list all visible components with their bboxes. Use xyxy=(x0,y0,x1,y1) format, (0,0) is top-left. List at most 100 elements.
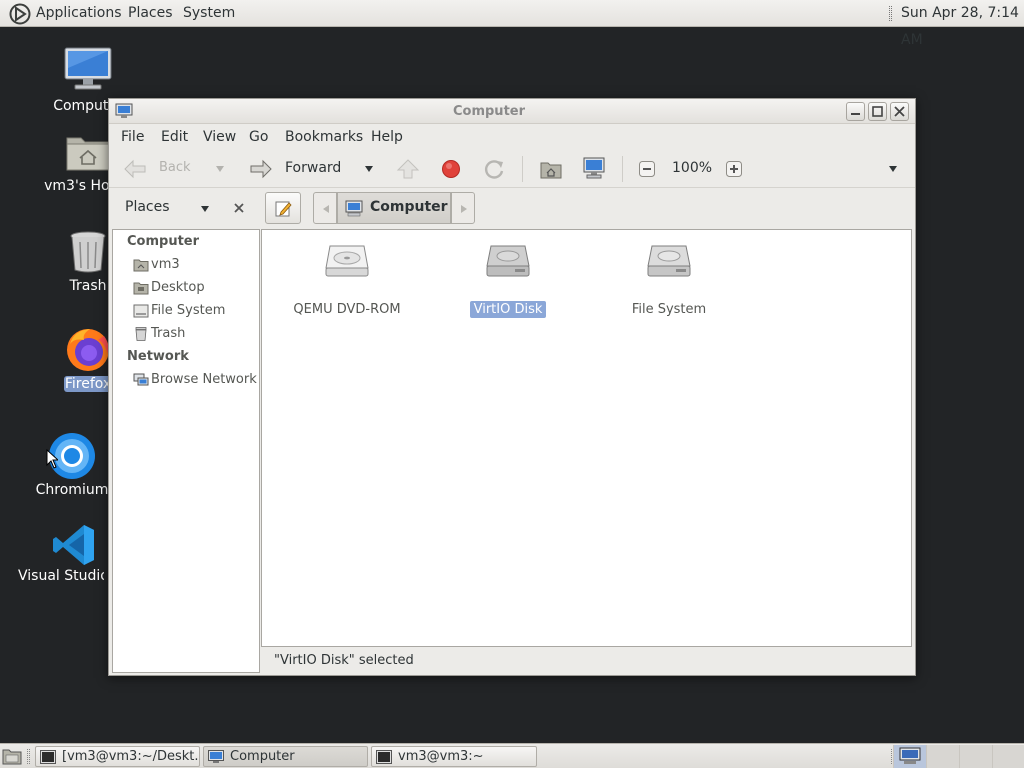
desktop-icon-label: Visual Studio Code xyxy=(18,568,104,584)
file-manager-window: Computer File Edit View Go Bookmarks Hel… xyxy=(108,98,916,676)
home-folder-icon xyxy=(66,137,110,171)
sidebar-pane-selector[interactable]: Places xyxy=(125,199,170,215)
close-icon xyxy=(894,106,905,117)
show-desktop-icon[interactable] xyxy=(2,747,22,765)
sidebar-item-label: Desktop xyxy=(151,280,205,295)
toolbar-overflow-icon[interactable] xyxy=(888,165,898,173)
toolbar-separator xyxy=(622,156,623,182)
file-label: QEMU DVD-ROM xyxy=(293,302,401,317)
chevron-down-icon xyxy=(216,166,224,172)
home-folder-icon[interactable] xyxy=(540,159,562,179)
trash-icon xyxy=(70,231,106,273)
desktop-icon-label: Firefox xyxy=(64,376,112,392)
hard-disk-icon xyxy=(486,245,530,277)
file-label: File System xyxy=(631,302,707,317)
menu-edit[interactable]: Edit xyxy=(161,125,188,149)
computer-icon[interactable] xyxy=(583,157,605,179)
close-button[interactable] xyxy=(890,102,909,121)
computer-icon xyxy=(208,750,224,763)
home-folder-icon xyxy=(133,259,149,272)
file-item-virtio-disk[interactable]: VirtIO Disk xyxy=(433,244,583,324)
menu-go[interactable]: Go xyxy=(249,125,268,149)
file-item-file-system[interactable]: File System xyxy=(594,244,744,324)
firefox-icon xyxy=(67,329,109,371)
maximize-icon xyxy=(872,106,883,117)
sidebar-item-label: vm3 xyxy=(151,257,180,272)
taskbar-item-terminal-desktop[interactable]: [vm3@vm3:~/Deskt... xyxy=(35,746,200,767)
computer-icon xyxy=(899,747,921,764)
sidebar-heading-network: Network xyxy=(127,349,189,364)
menu-file[interactable]: File xyxy=(121,125,144,149)
up-arrow-icon[interactable] xyxy=(396,158,420,180)
toolbar-separator xyxy=(522,156,523,182)
network-icon xyxy=(133,373,149,386)
applications-menu[interactable]: Applications xyxy=(36,0,122,27)
maximize-button[interactable] xyxy=(868,102,887,121)
top-panel: Applications Places System Sun Apr 28, 7… xyxy=(0,0,1024,48)
sidebar-heading-computer: Computer xyxy=(127,234,200,249)
status-bar: "VirtIO Disk" selected xyxy=(274,653,414,668)
sidebar-item-label: Trash xyxy=(151,326,186,341)
chevron-left-icon xyxy=(323,205,329,213)
location-bar: Places Computer xyxy=(109,188,915,228)
clock[interactable]: Sun Apr 28, 7:14 AM xyxy=(901,0,1024,48)
workspace-1[interactable] xyxy=(893,745,926,768)
workspace-3[interactable] xyxy=(959,745,992,768)
chevron-down-icon xyxy=(365,166,373,172)
trash-icon xyxy=(135,327,147,341)
path-crumb-computer[interactable]: Computer xyxy=(337,192,451,224)
file-item-qemu-dvd-rom[interactable]: QEMU DVD-ROM xyxy=(272,244,422,324)
menu-view[interactable]: View xyxy=(203,125,236,149)
forward-arrow-icon xyxy=(250,159,272,179)
back-button[interactable]: Back xyxy=(121,156,231,182)
taskbar-item-label: Computer xyxy=(230,749,295,764)
forward-button[interactable]: Forward xyxy=(247,156,379,182)
desktop-folder-icon xyxy=(133,282,149,295)
system-menu[interactable]: System xyxy=(183,0,235,27)
mouse-pointer-icon xyxy=(46,449,58,469)
forward-label: Forward xyxy=(285,160,342,176)
file-label: VirtIO Disk xyxy=(433,301,583,318)
taskbar-item-label: vm3@vm3:~ xyxy=(398,749,484,764)
computer-icon xyxy=(64,47,112,90)
minimize-button[interactable] xyxy=(846,102,865,121)
menu-bookmarks[interactable]: Bookmarks xyxy=(285,125,363,149)
panel-handle xyxy=(27,749,30,764)
menu-help[interactable]: Help xyxy=(371,125,403,149)
workspace-4[interactable] xyxy=(992,745,1024,768)
toolbar: Back Forward 100% xyxy=(109,150,915,188)
optical-drive-icon xyxy=(325,245,369,277)
zoom-in-icon[interactable] xyxy=(726,161,742,177)
workspace-2[interactable] xyxy=(926,745,959,768)
reload-icon[interactable] xyxy=(483,158,505,180)
path-scroll-left-button[interactable] xyxy=(313,192,337,224)
distro-logo-icon[interactable] xyxy=(9,3,31,25)
toggle-location-entry-button[interactable] xyxy=(265,192,301,224)
back-label: Back xyxy=(159,160,191,175)
file-view[interactable]: QEMU DVD-ROM VirtIO Disk File System xyxy=(261,229,912,647)
path-scroll-right-button[interactable] xyxy=(451,192,475,224)
edit-pencil-icon xyxy=(275,201,292,217)
taskbar-item-computer[interactable]: Computer xyxy=(203,746,368,767)
bottom-panel: [vm3@vm3:~/Deskt... Computer vm3@vm3:~ xyxy=(0,743,1024,768)
taskbar-item-terminal-home[interactable]: vm3@vm3:~ xyxy=(371,746,537,767)
window-title: Computer xyxy=(452,104,526,119)
zoom-level[interactable]: 100% xyxy=(672,160,712,176)
places-sidebar: Computer vm3 Desktop File System Trash N… xyxy=(112,229,260,673)
minimize-icon xyxy=(851,113,860,115)
vscode-icon xyxy=(53,525,94,565)
close-sidebar-icon[interactable] xyxy=(233,202,245,214)
chevron-right-icon xyxy=(461,205,467,213)
panel-separator xyxy=(889,6,892,21)
path-crumb-label: Computer xyxy=(370,199,448,215)
chevron-down-icon[interactable] xyxy=(200,205,210,213)
desktop-icon-chromium[interactable]: Chromium xyxy=(22,430,122,502)
sidebar-item-label: File System xyxy=(151,303,226,318)
places-menu[interactable]: Places xyxy=(128,0,173,27)
taskbar-item-label: [vm3@vm3:~/Deskt... xyxy=(62,749,200,764)
stop-icon[interactable] xyxy=(441,159,461,179)
zoom-out-icon[interactable] xyxy=(639,161,655,177)
drive-icon xyxy=(133,304,149,318)
computer-icon xyxy=(345,200,363,217)
window-titlebar[interactable]: Computer xyxy=(109,99,915,124)
